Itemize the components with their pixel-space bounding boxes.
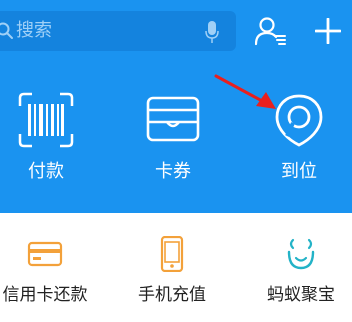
coupon-button[interactable]: 卡券 <box>123 86 223 198</box>
coupon-label: 卡券 <box>155 161 191 182</box>
contacts-icon[interactable] <box>255 16 287 46</box>
mobile-topup-button[interactable]: 手机充值 <box>117 230 227 314</box>
search-bar[interactable]: 搜索 <box>0 11 236 51</box>
mobile-phone-icon <box>160 236 184 272</box>
barcode-scan-icon <box>18 92 74 148</box>
ant-fortune-label: 蚂蚁聚宝 <box>267 285 335 305</box>
search-placeholder: 搜索 <box>16 20 52 41</box>
header-panel: 搜索 付款 卡券 到位 <box>0 0 352 213</box>
arrive-label: 到位 <box>281 161 317 182</box>
ant-fortune-button[interactable]: 蚂蚁聚宝 <box>246 230 352 314</box>
credit-card-repay-button[interactable]: 信用卡还款 <box>0 230 100 314</box>
card-wallet-icon <box>146 96 200 142</box>
pay-label: 付款 <box>28 161 64 182</box>
microphone-icon[interactable] <box>205 20 219 44</box>
pay-button[interactable]: 付款 <box>0 86 96 198</box>
annotation-arrow <box>214 74 276 109</box>
credit-card-repay-label: 信用卡还款 <box>2 285 88 305</box>
add-icon[interactable] <box>315 18 341 44</box>
credit-card-icon <box>27 241 63 267</box>
alipay-home-screen: 搜索 付款 卡券 到位 信用卡还款 手机充值 蚂蚁聚宝 <box>0 0 352 322</box>
search-icon <box>0 22 13 39</box>
ant-fortune-icon <box>287 238 315 270</box>
mobile-topup-label: 手机充值 <box>138 285 206 305</box>
